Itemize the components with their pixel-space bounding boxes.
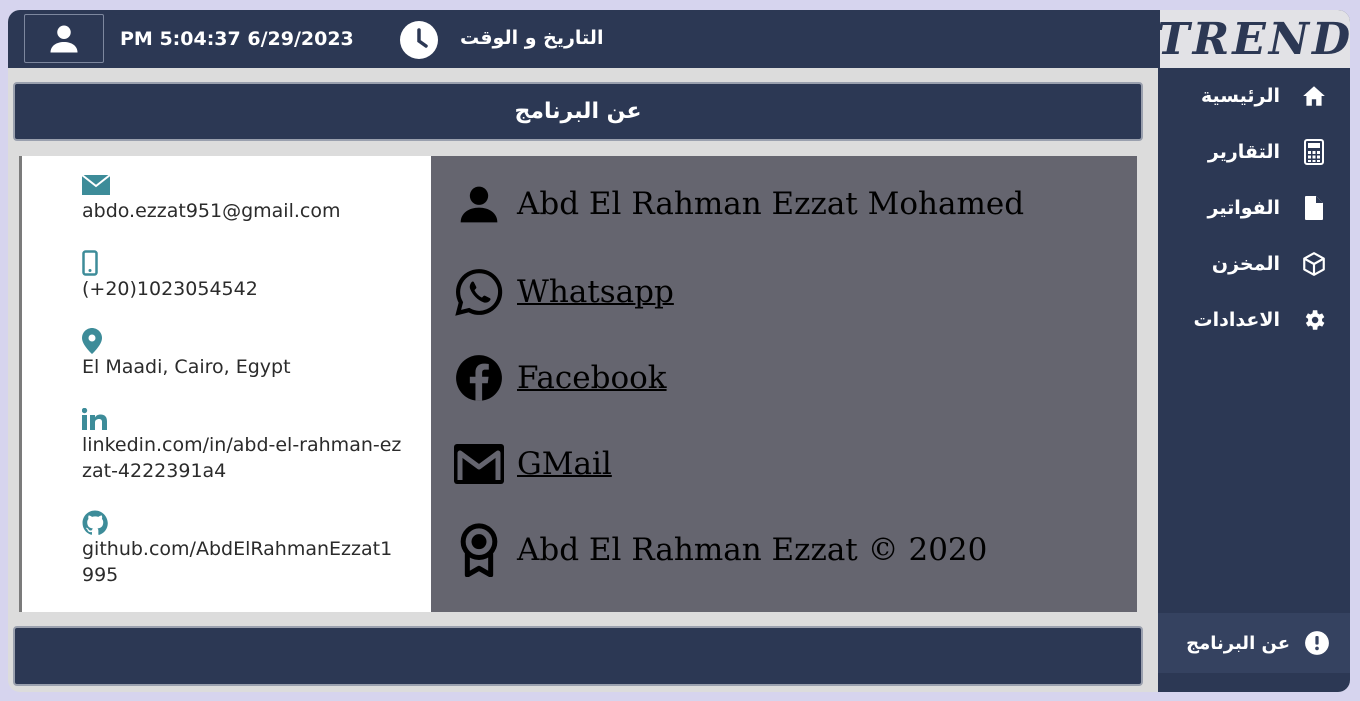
gmail-row: GMail — [453, 438, 612, 490]
profile-name: Abd El Rahman Ezzat Mohamed — [517, 186, 1025, 222]
sidebar-item-about[interactable]: عن البرنامج — [1158, 613, 1350, 673]
footer-bar — [13, 626, 1143, 686]
user-icon — [50, 25, 78, 52]
whatsapp-row: Whatsapp — [453, 266, 674, 318]
whatsapp-link[interactable]: Whatsapp — [517, 274, 674, 310]
profile-card: Abd El Rahman Ezzat Mohamed Whatsapp Fac… — [431, 156, 1137, 612]
github-icon — [82, 510, 402, 536]
sidebar-item-warehouse[interactable]: المخزن — [1212, 250, 1328, 278]
whatsapp-icon — [453, 266, 505, 318]
phone-info: (+20)1023054542 — [82, 250, 402, 302]
gear-icon — [1300, 306, 1328, 334]
facebook-row: Facebook — [453, 352, 667, 404]
gmail-link[interactable]: GMail — [517, 446, 612, 482]
app-logo[interactable]: TREND — [1156, 10, 1350, 68]
user-button[interactable] — [24, 14, 104, 63]
copyright-text: Abd El Rahman Ezzat © 2020 — [517, 532, 988, 568]
box-icon — [1300, 250, 1328, 278]
sidebar-item-label: التقارير — [1207, 141, 1280, 163]
facebook-icon — [453, 352, 505, 404]
home-icon — [1300, 82, 1328, 110]
sidebar-item-label: الرئيسية — [1201, 85, 1280, 107]
facebook-link[interactable]: Facebook — [517, 360, 667, 396]
github-info: github.com/AbdElRahmanEzzat1995 — [82, 510, 402, 588]
copyright-row: Abd El Rahman Ezzat © 2020 — [453, 523, 988, 577]
page-title: عن البرنامج — [514, 99, 642, 124]
sidebar-item-invoices[interactable]: الفواتير — [1208, 194, 1328, 222]
mobile-phone-icon — [82, 250, 402, 276]
logo-text: TREND — [1156, 13, 1350, 65]
datetime-value: PM 5:04:37 6/29/2023 — [120, 28, 354, 50]
location-text: El Maadi, Cairo, Egypt — [82, 356, 291, 378]
sidebar-item-label: الاعدادات — [1193, 309, 1280, 331]
sidebar-item-label: عن البرنامج — [1186, 632, 1290, 654]
gmail-icon — [453, 438, 505, 490]
exclamation-icon — [1305, 631, 1329, 655]
calculator-icon — [1300, 138, 1328, 166]
sidebar: TREND الرئيسية التقارير الفواتير المخزن … — [1156, 10, 1350, 692]
sidebar-item-label: المخزن — [1211, 253, 1280, 275]
user-icon — [453, 178, 505, 230]
sidebar-item-label: الفواتير — [1207, 197, 1280, 219]
linkedin-text: linkedin.com/in/abd-el-rahman-ezzat-4222… — [82, 434, 402, 482]
sidebar-item-settings[interactable]: الاعدادات — [1194, 306, 1328, 334]
email-text: abdo.ezzat951@gmail.com — [82, 200, 341, 222]
award-badge-icon — [453, 523, 505, 577]
map-pin-icon — [82, 328, 402, 354]
github-text: github.com/AbdElRahmanEzzat1995 — [82, 538, 393, 586]
phone-text: (+20)1023054542 — [82, 278, 258, 300]
location-info: El Maadi, Cairo, Egypt — [82, 328, 402, 380]
contact-card: abdo.ezzat951@gmail.com (+20)1023054542 … — [19, 156, 431, 612]
sidebar-item-reports[interactable]: التقارير — [1208, 138, 1328, 166]
envelope-icon — [82, 172, 402, 198]
datetime-label: التاريخ و الوقت — [460, 27, 604, 49]
file-icon — [1300, 194, 1328, 222]
email-info: abdo.ezzat951@gmail.com — [82, 172, 402, 224]
top-bar: PM 5:04:37 6/29/2023 التاريخ و الوقت — [8, 10, 1158, 68]
profile-name-row: Abd El Rahman Ezzat Mohamed — [453, 178, 1024, 230]
linkedin-info: linkedin.com/in/abd-el-rahman-ezzat-4222… — [82, 406, 402, 484]
page-title-bar: عن البرنامج — [13, 82, 1143, 141]
clock-icon — [400, 21, 438, 59]
app-window: PM 5:04:37 6/29/2023 التاريخ و الوقت TRE… — [8, 10, 1350, 692]
sidebar-item-home[interactable]: الرئيسية — [1201, 82, 1328, 110]
linkedin-icon — [82, 406, 402, 432]
